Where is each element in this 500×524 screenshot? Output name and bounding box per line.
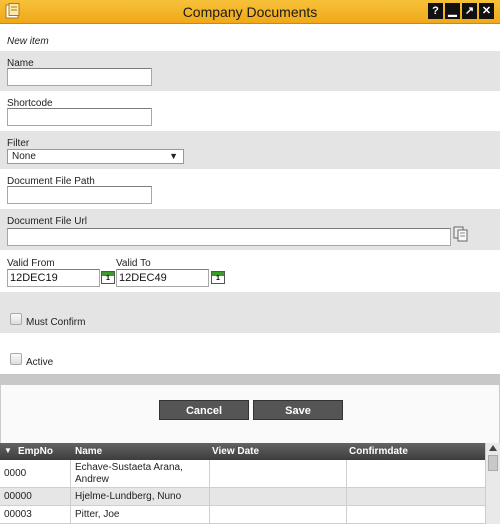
save-button[interactable]: Save — [253, 400, 343, 420]
maximize-button[interactable]: ↗ — [462, 3, 477, 19]
grid-scrollbar[interactable] — [485, 443, 500, 524]
filter-select[interactable]: None ▼ — [7, 149, 184, 164]
sort-arrow-icon[interactable]: ▼ — [4, 446, 12, 455]
calendar-icon[interactable]: 1 — [211, 271, 225, 284]
table-row[interactable]: 00000 Hjelme-Lundberg, Nuno — [0, 488, 485, 506]
cancel-button[interactable]: Cancel — [159, 400, 249, 420]
name-field[interactable] — [7, 68, 152, 86]
valid-from-field[interactable]: 12DEC19 — [7, 269, 100, 287]
title-bar: Company Documents ? ▁ ↗ ✕ — [0, 0, 500, 24]
calendar-icon[interactable]: 1 — [101, 271, 115, 284]
must-confirm-label: Must Confirm — [26, 317, 86, 328]
minimize-button[interactable]: ▁ — [445, 3, 460, 19]
row-empno: 00000 — [4, 491, 32, 502]
column-header-confirmdate[interactable]: Confirmdate — [349, 446, 408, 457]
copy-icon[interactable] — [453, 226, 469, 242]
valid-to-field[interactable]: 12DEC49 — [116, 269, 209, 287]
valid-to-label: Valid To — [116, 258, 151, 269]
grid-header: ▼ EmpNo Name View Date Confirmdate — [0, 443, 485, 460]
row-empno: 00003 — [4, 509, 32, 520]
active-checkbox[interactable] — [10, 353, 22, 365]
column-header-name[interactable]: Name — [75, 446, 102, 457]
row-name: Pitter, Joe — [75, 509, 120, 520]
filter-value: None — [12, 151, 36, 162]
row-name: Echave-Sustaeta Arana, Andrew — [75, 462, 183, 485]
must-confirm-checkbox[interactable] — [10, 313, 22, 325]
row-name: Hjelme-Lundberg, Nuno — [75, 491, 182, 502]
close-button[interactable]: ✕ — [479, 3, 494, 19]
filter-label: Filter — [7, 138, 30, 149]
form-mode-label: New item — [7, 36, 49, 47]
table-row[interactable]: 0000 Echave-Sustaeta Arana, Andrew — [0, 460, 485, 488]
section-divider — [0, 374, 500, 385]
row-empno: 0000 — [4, 468, 27, 479]
scroll-thumb[interactable] — [488, 455, 498, 471]
doc-url-field[interactable] — [7, 228, 451, 246]
column-header-empno[interactable]: EmpNo — [18, 446, 53, 457]
actions-bar — [0, 385, 500, 443]
help-button[interactable]: ? — [428, 3, 443, 19]
valid-from-label: Valid From — [7, 258, 55, 269]
column-header-view-date[interactable]: View Date — [212, 446, 259, 457]
doc-url-label: Document File Url — [7, 216, 88, 227]
dropdown-arrow-icon: ▼ — [169, 151, 178, 161]
window-title: Company Documents — [182, 4, 318, 20]
shortcode-field[interactable] — [7, 108, 152, 126]
scroll-up-icon[interactable] — [489, 445, 497, 451]
table-row[interactable]: 00003 Pitter, Joe — [0, 506, 485, 524]
doc-path-field[interactable] — [7, 186, 152, 204]
active-label: Active — [26, 357, 54, 368]
